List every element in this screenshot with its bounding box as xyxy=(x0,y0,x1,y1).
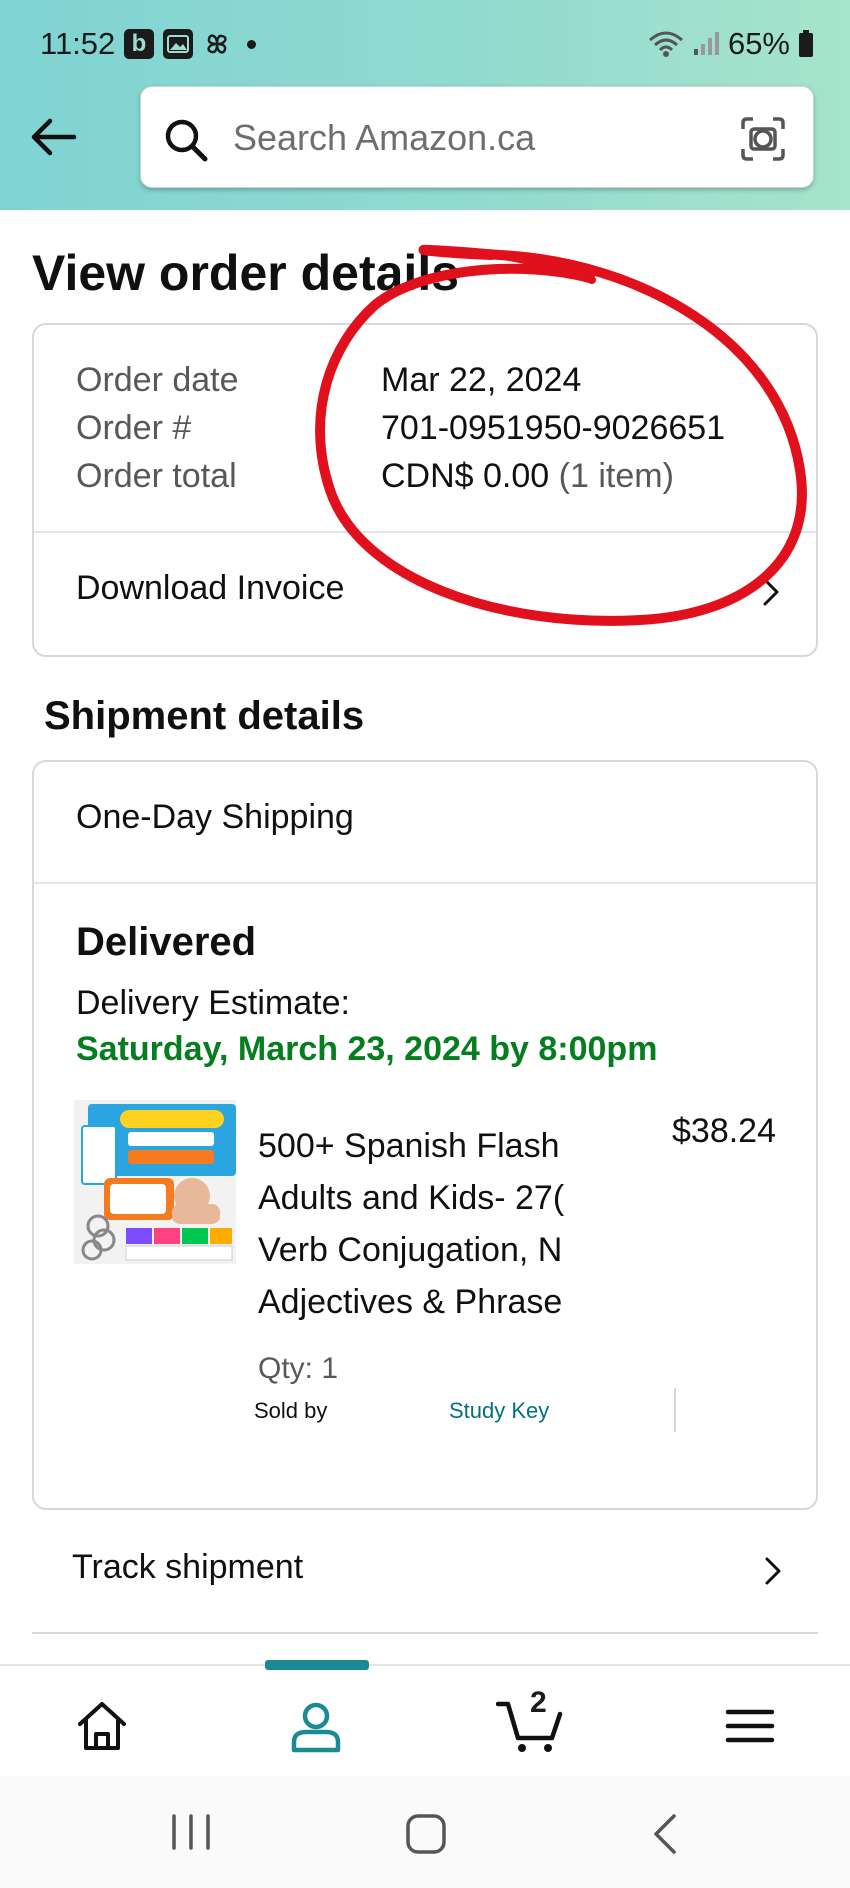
delivery-estimate-label: Delivery Estimate: xyxy=(76,984,350,1022)
page-title: View order details xyxy=(32,245,460,301)
battery-percent: 65% xyxy=(727,26,790,61)
product-quantity: Qty: 1 xyxy=(258,1352,339,1385)
home-icon[interactable] xyxy=(72,1696,132,1756)
order-number-row: Order # 701-0951950-9026651 xyxy=(76,409,725,457)
order-summary-card: Order date Mar 22, 2024 Order # 701-0951… xyxy=(32,323,818,657)
product-price: $38.24 xyxy=(672,1112,776,1150)
track-shipment-row[interactable]: Track shipment xyxy=(32,1512,818,1634)
status-bar: 11:52 b 65% xyxy=(0,0,850,90)
back-arrow-icon[interactable] xyxy=(28,112,78,162)
system-back-icon[interactable] xyxy=(650,1812,680,1856)
status-notification-icons: b xyxy=(124,29,256,59)
nav-active-indicator xyxy=(265,1660,369,1670)
order-date-value: Mar 22, 2024 xyxy=(381,361,582,399)
chevron-right-icon xyxy=(763,578,779,606)
download-invoice-row[interactable]: Download Invoice xyxy=(34,533,816,655)
download-invoice-label: Download Invoice xyxy=(76,569,345,607)
shipment-card: One-Day Shipping Delivered Delivery Esti… xyxy=(32,760,818,1510)
search-input[interactable]: Search Amazon.ca xyxy=(233,117,535,159)
status-right-icons: 65% xyxy=(648,26,814,62)
order-date-row: Order date Mar 22, 2024 xyxy=(76,361,725,409)
delivery-estimate-date: Saturday, March 23, 2024 by 8:00pm xyxy=(76,1030,658,1068)
order-date-label: Order date xyxy=(76,361,239,399)
image-icon xyxy=(163,29,193,59)
sold-by-label: Sold by xyxy=(254,1398,328,1423)
notification-dot xyxy=(247,39,256,49)
order-total-value: CDN$ 0.00 (1 item) xyxy=(381,457,674,505)
order-info: Order date Mar 22, 2024 Order # 701-0951… xyxy=(76,361,725,505)
order-total-label: Order total xyxy=(76,457,237,495)
wifi-icon xyxy=(648,31,683,57)
pinwheel-icon xyxy=(207,34,227,54)
account-icon[interactable] xyxy=(286,1696,346,1756)
seller-link[interactable]: Study Key xyxy=(449,1398,549,1424)
order-total-amount: CDN$ 0.00 xyxy=(381,457,550,495)
product-title[interactable]: 500+ Spanish Flash Adults and Kids- 27( … xyxy=(258,1120,580,1350)
divider xyxy=(34,882,816,884)
chevron-right-icon xyxy=(765,1557,781,1585)
shipping-speed: One-Day Shipping xyxy=(76,798,354,836)
cart-count-badge: 2 xyxy=(530,1686,547,1719)
battery-icon xyxy=(799,30,813,57)
shipment-section-title: Shipment details xyxy=(44,694,365,738)
shipping-speed-row: One-Day Shipping xyxy=(34,762,816,882)
b-app-icon: b xyxy=(124,29,154,59)
order-number-label: Order # xyxy=(76,409,192,447)
product-title-line: 500+ Spanish Flash xyxy=(258,1127,560,1165)
status-time: 11:52 xyxy=(40,26,116,61)
search-bar[interactable]: Search Amazon.ca xyxy=(140,86,814,188)
menu-icon[interactable] xyxy=(720,1696,780,1756)
sold-by-row: Sold by Study Key xyxy=(254,1398,549,1424)
signal-icon xyxy=(693,32,719,55)
order-total-row: Order total CDN$ 0.00 (1 item) xyxy=(76,457,725,505)
system-navigation-bar xyxy=(0,1776,850,1888)
home-button-icon[interactable] xyxy=(404,1812,448,1856)
app-header: 11:52 b 65% Search Amazon.ca xyxy=(0,0,850,210)
bottom-navigation: 2 xyxy=(0,1660,850,1776)
product-title-line: Adjectives & Phrase xyxy=(258,1283,563,1321)
delivery-status: Delivered xyxy=(76,920,257,964)
camera-search-icon[interactable] xyxy=(739,115,787,163)
product-title-line: Verb Conjugation, N xyxy=(258,1231,563,1269)
track-shipment-label: Track shipment xyxy=(72,1548,304,1586)
search-icon xyxy=(165,119,208,162)
product-image[interactable] xyxy=(74,1100,236,1264)
order-number-value: 701-0951950-9026651 xyxy=(381,409,726,447)
order-item-count: (1 item) xyxy=(558,457,674,495)
divider xyxy=(674,1388,676,1432)
product-title-line: Adults and Kids- 27( xyxy=(258,1179,565,1217)
recent-apps-icon[interactable] xyxy=(168,1812,214,1852)
